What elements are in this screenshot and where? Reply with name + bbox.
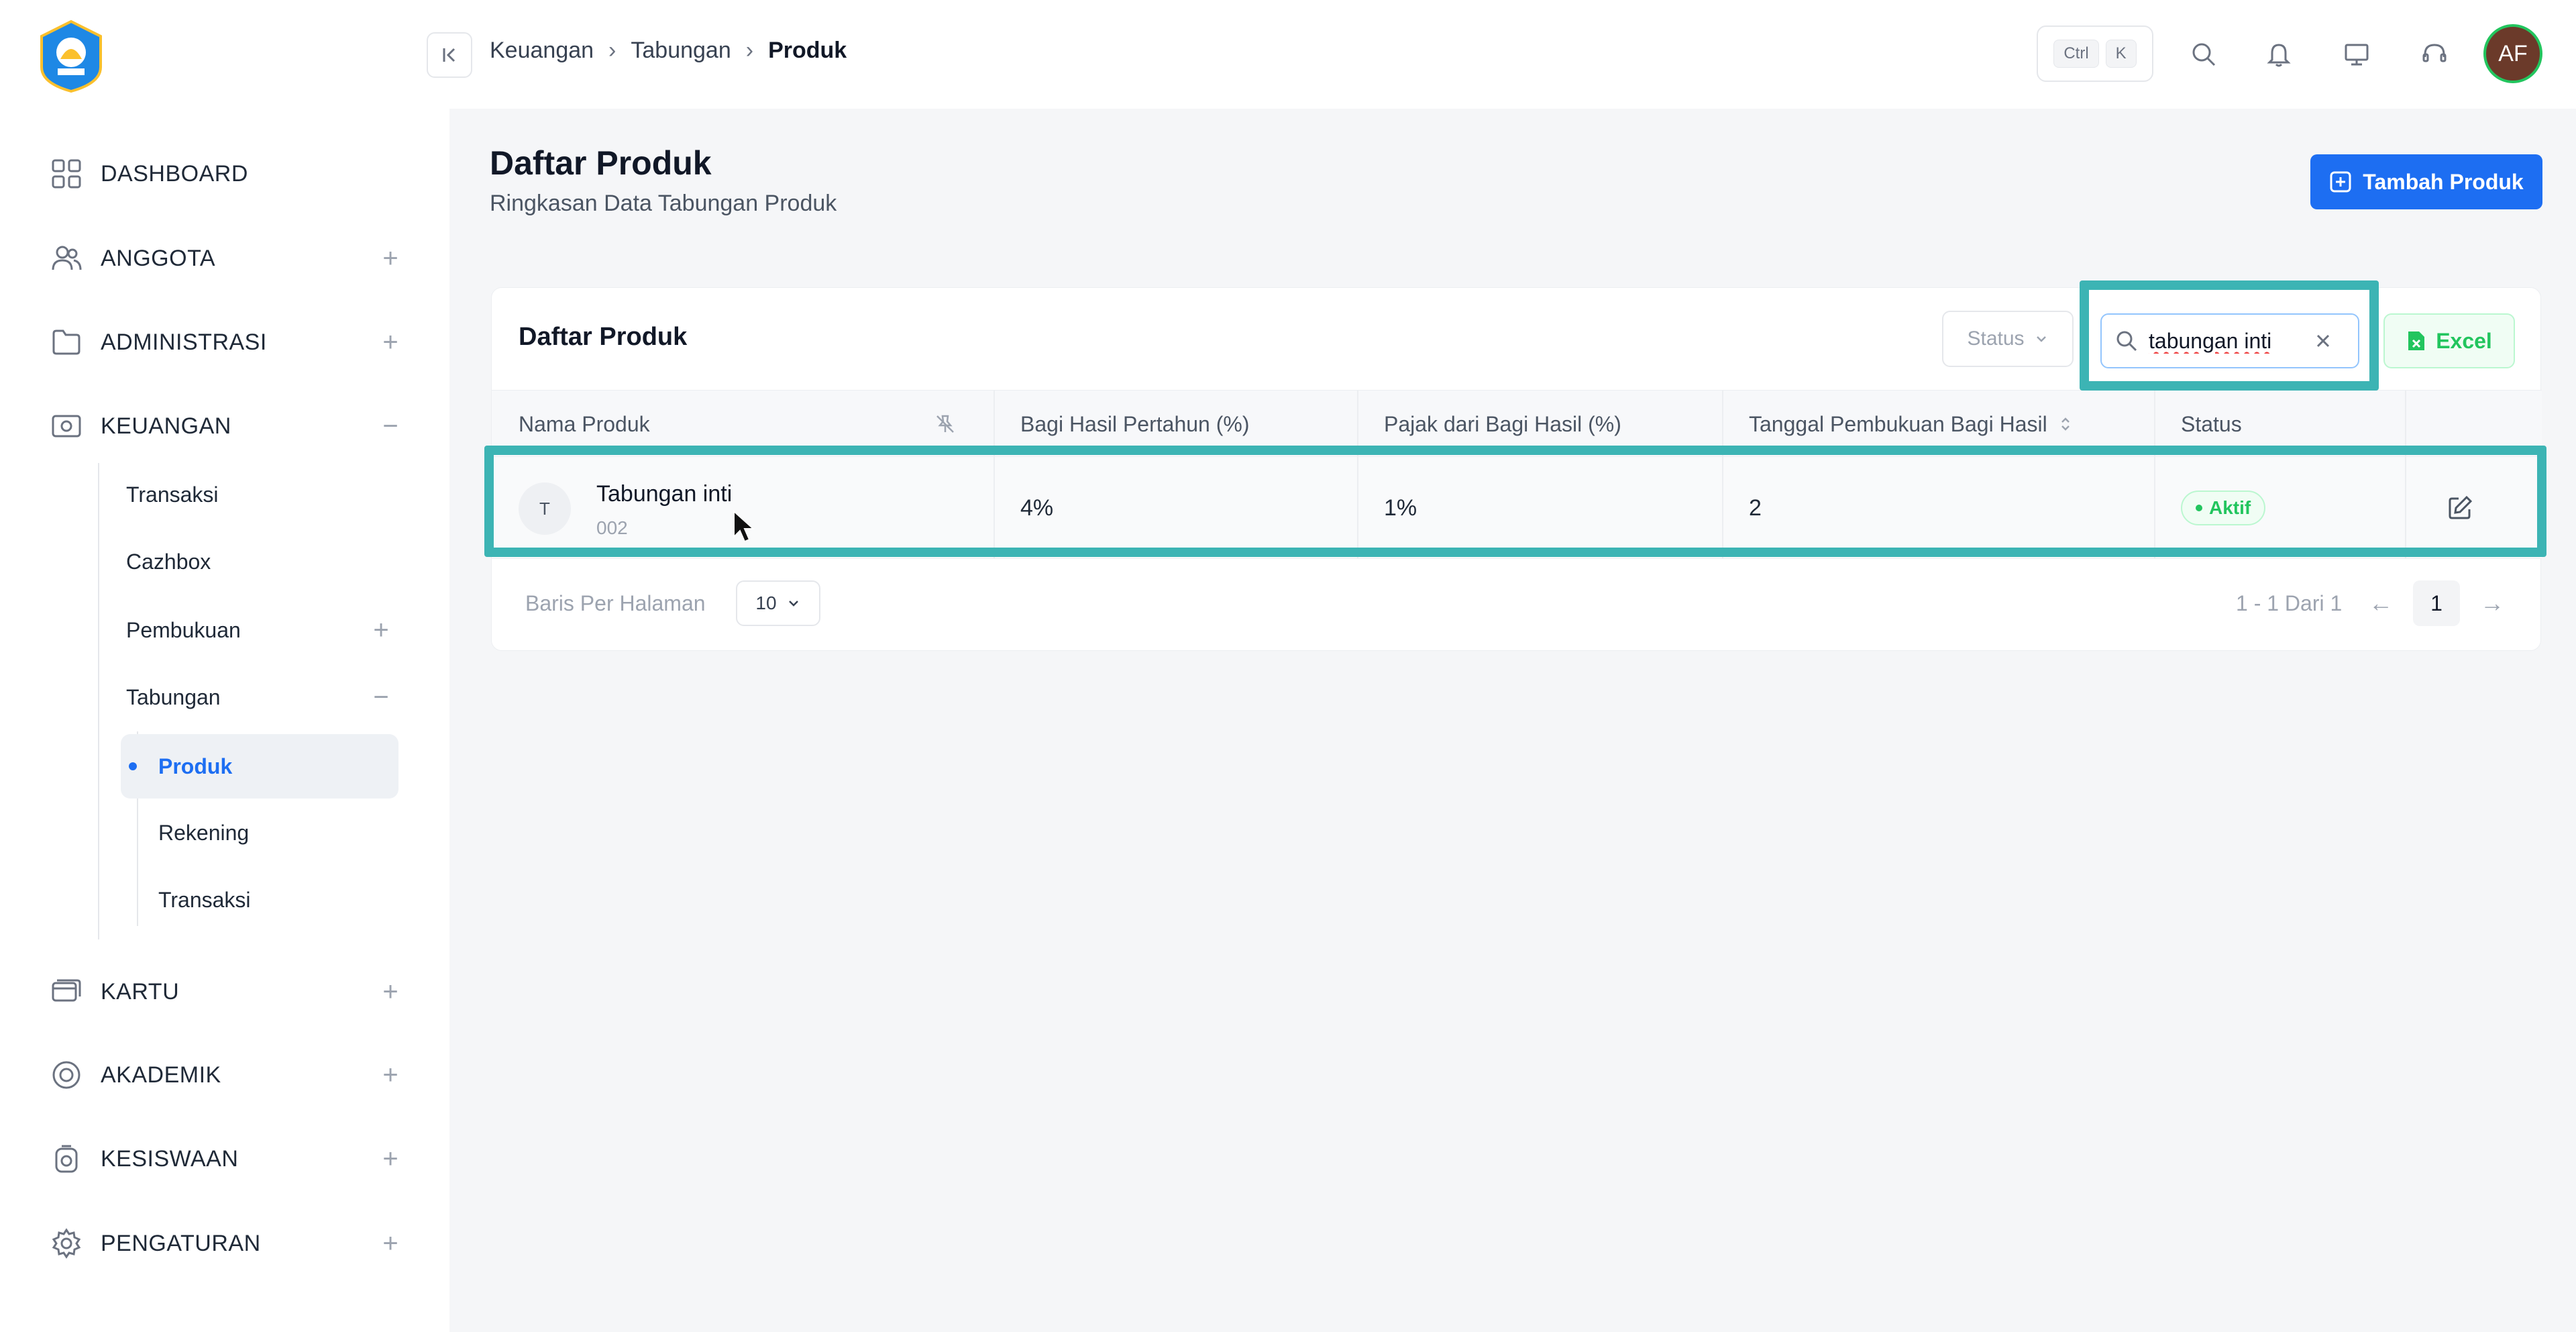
sub-item-produk[interactable]: Produk [121,734,398,799]
chevron-down-icon [2036,336,2046,342]
sub-item-transaksi[interactable]: Transaksi [126,472,394,517]
command-palette-shortcut[interactable]: Ctrl K [2037,25,2153,82]
bell-icon[interactable] [2258,34,2300,75]
excel-label: Excel [2436,328,2492,353]
page-title: Daftar Produk [490,144,712,182]
search-icon[interactable] [2183,34,2224,75]
nav-keuangan[interactable]: KEUANGAN − [48,403,404,450]
sub-item-label: Produk [158,754,233,778]
rows-per-page-label: Baris Per Halaman [525,591,706,615]
sub-item-tabungan-transaksi[interactable]: Transaksi [158,878,427,922]
active-dot [129,762,137,770]
sub-item-label: Transaksi [158,887,251,912]
nav-pengaturan[interactable]: PENGATURAN + [48,1220,404,1267]
tree-line [98,463,99,939]
sub-item-rekening[interactable]: Rekening [158,811,427,855]
search-highlight-frame [2080,280,2379,391]
sub-item-tabungan[interactable]: Tabungan − [126,675,394,719]
tut-wuri-logo-icon[interactable] [34,19,109,94]
expand-icon[interactable]: + [377,977,404,1007]
plus-square-icon [2330,171,2351,193]
nav-anggota[interactable]: ANGGOTA + [48,235,404,282]
sort-icon[interactable] [2059,415,2072,433]
grid-icon [48,156,85,192]
expand-icon[interactable]: + [377,1229,404,1258]
collapse-left-icon [443,48,455,62]
nav-administrasi[interactable]: ADMINISTRASI + [48,319,404,366]
kbd-ctrl: Ctrl [2053,40,2099,68]
mouse-cursor-icon [733,510,755,543]
sub-item-label: Cazhbox [126,549,211,574]
add-product-label: Tambah Produk [2363,169,2524,194]
expand-icon[interactable]: + [377,327,404,357]
row-highlight-frame [484,446,2546,557]
add-product-button[interactable]: Tambah Produk [2310,154,2542,209]
kbd-k: K [2105,40,2137,68]
current-page-button[interactable]: 1 [2413,580,2460,626]
nav-label: ADMINISTRASI [101,329,267,355]
folder-icon [48,324,85,360]
column-header-tanggal-label: Tanggal Pembukuan Bagi Hasil [1749,411,2047,436]
collapse-sidebar-button[interactable] [427,32,472,78]
chevron-down-icon [788,601,798,607]
breadcrumb-produk: Produk [768,38,847,63]
expand-icon[interactable]: + [377,1144,404,1174]
sub-item-pembukuan[interactable]: Pembukuan + [126,608,394,652]
sub-item-label: Rekening [158,820,250,845]
previous-page-arrow-icon[interactable]: ← [2362,583,2400,623]
sidebar: DASHBOARD ANGGOTA + ADMINISTRASI + KEUAN… [0,0,449,1332]
sub-item-label: Transaksi [126,482,219,507]
nav-label: AKADEMIK [101,1062,221,1088]
collapse-icon[interactable]: − [368,682,394,713]
expand-icon[interactable]: + [377,1060,404,1090]
sub-item-cazhbox[interactable]: Cazhbox [126,540,394,584]
academic-icon [48,1057,85,1093]
excel-file-icon [2408,331,2425,350]
student-icon [48,1141,85,1177]
nav-kartu[interactable]: KARTU + [48,968,404,1015]
nav-akademik[interactable]: AKADEMIK + [48,1052,404,1098]
monitor-icon[interactable] [2336,34,2377,75]
next-page-arrow-icon[interactable]: → [2473,583,2511,623]
page-subtitle: Ringkasan Data Tabungan Produk [490,191,837,216]
breadcrumb-tabungan[interactable]: Tabungan [631,38,731,64]
sub-item-label: Pembukuan [126,617,241,642]
breadcrumb-keuangan[interactable]: Keuangan [490,38,594,64]
status-filter-label: Status [1967,327,2025,350]
gear-icon [48,1225,85,1262]
nav-label: KARTU [101,978,180,1005]
nav-label: KESISWAAN [101,1145,239,1172]
nav-kesiswaan[interactable]: KESISWAAN + [48,1135,404,1182]
nav-dashboard[interactable]: DASHBOARD [48,150,404,197]
chevron-right-icon: › [608,38,616,63]
rows-per-page-select[interactable]: 10 [736,580,820,626]
nav-label: PENGATURAN [101,1230,261,1256]
unpin-icon[interactable] [934,413,956,435]
card-icon [48,974,85,1010]
chevron-right-icon: › [745,38,754,63]
nav-label: DASHBOARD [101,160,248,187]
status-filter-select[interactable]: Status [1942,311,2074,367]
collapse-icon[interactable]: − [377,411,404,441]
expand-icon[interactable]: + [368,615,394,646]
users-icon [48,240,85,276]
excel-export-button[interactable]: Excel [2383,313,2515,368]
expand-icon[interactable]: + [377,244,404,273]
breadcrumb: Keuangan › Tabungan › Produk [490,38,847,64]
pagination-range: 1 - 1 Dari 1 [2236,591,2343,615]
rows-per-page-value: 10 [755,593,777,613]
support-headset-icon[interactable] [2414,34,2455,75]
sub-item-label: Tabungan [126,684,221,709]
card-title: Daftar Produk [519,323,688,351]
avatar[interactable]: AF [2483,24,2542,83]
nav-label: KEUANGAN [101,413,231,439]
nav-label: ANGGOTA [101,245,215,271]
money-icon [48,408,85,444]
